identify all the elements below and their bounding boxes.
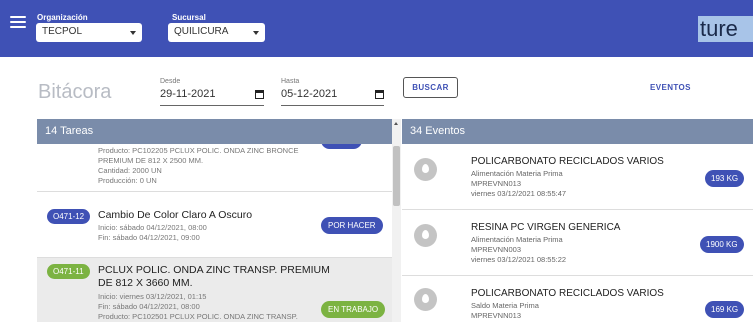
to-date-label: Hasta <box>281 78 300 85</box>
event-date: viernes 03/12/2021 08:55:47 <box>471 189 567 198</box>
event-item[interactable]: POLICARBONATO RECICLADOS VARIOS Alimenta… <box>402 144 753 210</box>
paint-bucket-icon <box>414 158 437 181</box>
brand-logo: ture <box>698 16 753 42</box>
calendar-icon[interactable] <box>375 90 384 99</box>
search-button[interactable]: BUSCAR <box>403 77 458 98</box>
status-badge[interactable]: EN TRABAJO <box>321 301 386 318</box>
from-date-field[interactable]: 29-11-2021 <box>160 88 264 106</box>
task-detail: Inicio: sábado 04/12/2021, 08:00 <box>98 223 207 232</box>
chevron-down-icon <box>130 31 136 35</box>
task-item[interactable]: Producto: PC102205 PCLUX POLIC. ONDA ZIN… <box>37 144 392 192</box>
quantity-badge: 169 KG <box>705 301 745 318</box>
scroll-thumb[interactable] <box>393 146 400 206</box>
task-item[interactable]: O471-11 PCLUX POLIC. ONDA ZINC TRANSP. P… <box>37 258 392 322</box>
tasks-scrollbar[interactable] <box>392 119 401 322</box>
paint-bucket-icon <box>414 224 437 247</box>
quantity-badge: 193 KG <box>705 170 745 187</box>
events-list: POLICARBONATO RECICLADOS VARIOS Alimenta… <box>402 144 753 322</box>
task-detail: Fin: sábado 04/12/2021, 09:00 <box>98 233 200 242</box>
task-detail: PREMIUM DE 812 X 2500 MM. <box>98 156 204 165</box>
task-title: DE 812 X 3660 MM. <box>98 277 193 289</box>
task-item[interactable]: O471-12 Cambio De Color Claro A Oscuro I… <box>37 201 392 258</box>
event-type: Alimentación Materia Prima <box>471 169 563 178</box>
task-code-badge: O471-11 <box>47 264 90 279</box>
event-type: Alimentación Materia Prima <box>471 235 563 244</box>
task-detail: Cantidad: 2000 UN <box>98 166 162 175</box>
task-detail: Fin: sábado 04/12/2021, 08:00 <box>98 302 200 311</box>
tasks-list: Producto: PC102205 PCLUX POLIC. ONDA ZIN… <box>37 144 392 322</box>
task-title: PCLUX POLIC. ONDA ZINC TRANSP. PREMIUM <box>98 264 330 276</box>
task-code-badge: O471-12 <box>47 209 91 224</box>
tasks-panel-header: 14 Tareas <box>37 119 392 144</box>
event-code: MPREVNN013 <box>471 179 522 188</box>
chevron-down-icon <box>253 31 259 35</box>
hamburger-menu-icon[interactable] <box>10 16 26 30</box>
event-item[interactable]: RESINA PC VIRGEN GENERICA Alimentación M… <box>402 210 753 276</box>
branch-label: Sucursal <box>172 13 206 22</box>
from-date-label: Desde <box>160 78 181 85</box>
event-title: POLICARBONATO RECICLADOS VARIOS <box>471 288 664 299</box>
task-title: Cambio De Color Claro A Oscuro <box>98 209 253 221</box>
events-link[interactable]: EVENTOS <box>650 83 691 92</box>
organization-select[interactable]: TECPOL <box>36 23 142 42</box>
app-header: Organización TECPOL Sucursal QUILICURA t… <box>0 0 753 57</box>
task-detail: Inicio: viernes 03/12/2021, 01:15 <box>98 292 207 301</box>
task-detail: Producto: PC102501 PCLUX POLIC. ONDA ZIN… <box>98 312 298 321</box>
organization-label: Organización <box>37 13 88 22</box>
organization-select-value: TECPOL <box>42 26 83 37</box>
branch-select[interactable]: QUILICURA <box>168 23 265 42</box>
events-panel-header: 34 Eventos <box>402 119 753 144</box>
event-date: viernes 03/12/2021 08:55:22 <box>471 255 567 264</box>
event-title: POLICARBONATO RECICLADOS VARIOS <box>471 156 664 167</box>
water-drop-icon <box>414 288 437 311</box>
to-date-value: 05-12-2021 <box>281 88 338 100</box>
to-date-field[interactable]: 05-12-2021 <box>281 88 384 106</box>
status-badge[interactable]: POR HACER <box>321 217 383 234</box>
scroll-up-arrow-icon[interactable] <box>394 122 398 125</box>
event-code: MPREVNN013 <box>471 311 522 320</box>
event-type: Saldo Materia Prima <box>471 301 539 310</box>
calendar-icon[interactable] <box>255 90 264 99</box>
task-detail: Producción: 0 UN <box>98 176 157 185</box>
from-date-value: 29-11-2021 <box>160 88 216 100</box>
event-item[interactable]: POLICARBONATO RECICLADOS VARIOS Saldo Ma… <box>402 276 753 322</box>
branch-select-value: QUILICURA <box>174 26 229 37</box>
event-code: MPREVNN003 <box>471 245 522 254</box>
event-title: RESINA PC VIRGEN GENERICA <box>471 222 621 233</box>
status-badge <box>321 144 362 149</box>
quantity-badge: 1900 KG <box>700 236 744 253</box>
page-title: Bitácora <box>38 81 112 103</box>
task-detail: Producto: PC102205 PCLUX POLIC. ONDA ZIN… <box>98 146 299 155</box>
